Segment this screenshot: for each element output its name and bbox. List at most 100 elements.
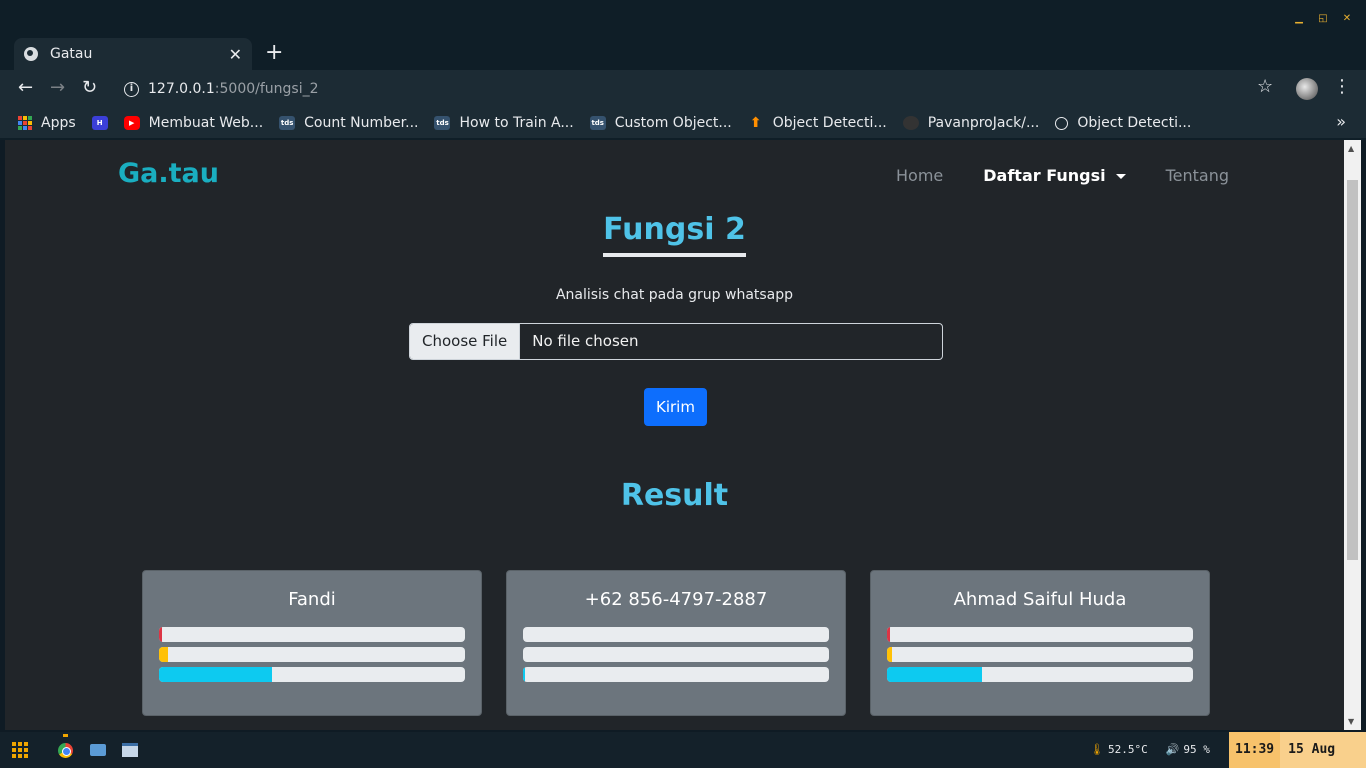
chrome-icon[interactable] — [58, 743, 73, 758]
bookmark-label: Object Detecti... — [1077, 115, 1192, 131]
result-card: +62 856-4797-2887 — [506, 570, 846, 716]
bookmark-label: Count Number... — [304, 115, 419, 131]
progress-bar — [887, 647, 1193, 662]
site-info-icon[interactable]: i — [124, 81, 139, 97]
maximize-icon[interactable]: ◱ — [1318, 14, 1328, 24]
back-arrow-icon[interactable]: ← — [18, 78, 33, 98]
web-page: Ga.tau Home Daftar Fungsi Tentang Fungsi… — [5, 140, 1344, 730]
card-bars — [887, 627, 1193, 682]
result-card: Ahmad Saiful Huda — [870, 570, 1210, 716]
window-icon[interactable] — [122, 743, 138, 757]
volume-value: 95 % — [1183, 743, 1210, 756]
progress-fill — [523, 667, 525, 682]
browser-toolbar: ← → ↻ i 127.0.0.1:5000/fungsi_2 ☆ ⋮ — [0, 70, 1366, 108]
progress-bar — [159, 667, 465, 682]
result-card: Fandi — [142, 570, 482, 716]
tds-icon: tds — [434, 116, 451, 130]
progress-fill — [159, 627, 163, 642]
nav-link-tentang[interactable]: Tentang — [1166, 166, 1229, 185]
bookmark-label: Object Detecti... — [772, 115, 887, 131]
submit-button[interactable]: Kirim — [644, 388, 707, 426]
new-tab-button[interactable]: + — [265, 42, 283, 64]
clock-time: 11:39 — [1235, 742, 1275, 757]
page-description: Analisis chat pada grup whatsapp — [555, 287, 794, 303]
card-name: +62 856-4797-2887 — [584, 589, 768, 610]
bookmarks-bar: Apps H ▶ Membuat Web... tds Count Number… — [0, 108, 1366, 138]
thermometer-icon: 🌡 — [1090, 743, 1104, 756]
url-host: 127.0.0.1 — [148, 81, 215, 97]
bookmark-star-icon[interactable]: ☆ — [1257, 76, 1273, 97]
speaker-icon: 🔊 — [1165, 743, 1180, 756]
temperature-value: 52.5°C — [1107, 743, 1148, 756]
bookmark-item[interactable]: ⬆ Object Detecti... — [748, 115, 887, 131]
folder-icon[interactable] — [90, 744, 106, 756]
bookmark-item[interactable]: tds How to Train A... — [434, 115, 574, 131]
nav-link-home[interactable]: Home — [896, 166, 943, 185]
progress-bar — [523, 647, 829, 662]
volume-indicator[interactable]: 🔊 95 % — [1166, 743, 1210, 756]
card-name: Fandi — [288, 589, 336, 610]
apps-grid-icon — [18, 116, 32, 130]
bookmarks-overflow-icon[interactable]: » — [1336, 112, 1346, 131]
progress-bar — [523, 627, 829, 642]
hashnode-icon: H — [91, 116, 108, 130]
bookmark-label: Custom Object... — [614, 115, 732, 131]
youtube-icon: ▶ — [123, 116, 140, 130]
bookmark-label: How to Train A... — [459, 115, 574, 131]
browser-menu-icon[interactable]: ⋮ — [1333, 78, 1351, 96]
minimize-icon[interactable]: ▁ — [1294, 14, 1304, 24]
scrollbar-thumb[interactable] — [1347, 180, 1358, 560]
bookmark-item[interactable]: Apps — [18, 115, 76, 131]
progress-fill — [887, 627, 891, 642]
page-title: Fungsi 2 — [603, 212, 746, 257]
scroll-down-icon[interactable]: ▼ — [1348, 717, 1354, 726]
card-bars — [159, 627, 465, 682]
progress-fill — [887, 667, 982, 682]
close-window-icon[interactable]: ✕ — [1342, 14, 1352, 24]
progress-fill — [159, 667, 273, 682]
forward-arrow-icon[interactable]: → — [50, 78, 65, 98]
progress-bar — [523, 667, 829, 682]
bookmark-label: Membuat Web... — [148, 115, 264, 131]
nav-dropdown-label: Daftar Fungsi — [983, 166, 1106, 185]
url-path: :5000/fungsi_2 — [214, 81, 319, 97]
bookmark-item[interactable]: H — [91, 116, 108, 130]
active-app-indicator — [63, 734, 68, 737]
bookmark-item[interactable]: PavanproJack/... — [902, 115, 1040, 131]
address-bar[interactable]: i 127.0.0.1:5000/fungsi_2 — [114, 74, 1244, 104]
progress-bar — [887, 667, 1193, 682]
page-heading-wrap: Fungsi 2 — [5, 212, 1344, 257]
choose-file-button[interactable]: Choose File — [410, 324, 521, 359]
progress-fill — [887, 647, 892, 662]
os-taskbar: 🌡52.5°C 🔊95 % 11:39 15 Aug 2021 — [0, 732, 1366, 768]
progress-bar — [159, 627, 465, 642]
progress-fill — [159, 647, 169, 662]
bookmark-label: PavanproJack/... — [927, 115, 1040, 131]
navbar-brand[interactable]: Ga.tau — [118, 158, 219, 189]
nav-dropdown-daftar-fungsi[interactable]: Daftar Fungsi — [983, 166, 1126, 185]
clock-date: 15 Aug 2021 — [1280, 732, 1366, 768]
bookmark-item[interactable]: tds Custom Object... — [589, 115, 732, 131]
clock[interactable]: 11:39 15 Aug 2021 — [1229, 732, 1366, 768]
close-tab-icon[interactable]: ✕ — [229, 45, 242, 64]
reload-icon[interactable]: ↻ — [82, 78, 97, 98]
file-upload-input[interactable]: Choose File No file chosen — [409, 323, 943, 360]
page-scrollbar[interactable]: ▲ ▼ — [1344, 140, 1361, 730]
browser-tab[interactable]: Gatau ✕ — [14, 38, 252, 70]
caret-down-icon — [1115, 174, 1126, 179]
window-controls: ▁ ◱ ✕ — [1294, 14, 1352, 24]
card-name: Ahmad Saiful Huda — [953, 589, 1127, 610]
bookmark-item[interactable]: Object Detecti... — [1055, 115, 1191, 131]
tab-title: Gatau — [50, 46, 93, 62]
globe-icon — [24, 47, 38, 61]
github-icon — [902, 116, 919, 130]
site-icon — [1055, 116, 1069, 130]
profile-avatar[interactable] — [1296, 78, 1318, 100]
bookmark-label: Apps — [41, 115, 76, 131]
tds-icon: tds — [589, 116, 606, 130]
bookmark-item[interactable]: ▶ Membuat Web... — [123, 115, 264, 131]
app-launcher-icon[interactable] — [12, 742, 28, 758]
bookmark-item[interactable]: tds Count Number... — [279, 115, 418, 131]
card-bars — [523, 627, 829, 682]
scroll-up-icon[interactable]: ▲ — [1348, 144, 1354, 153]
